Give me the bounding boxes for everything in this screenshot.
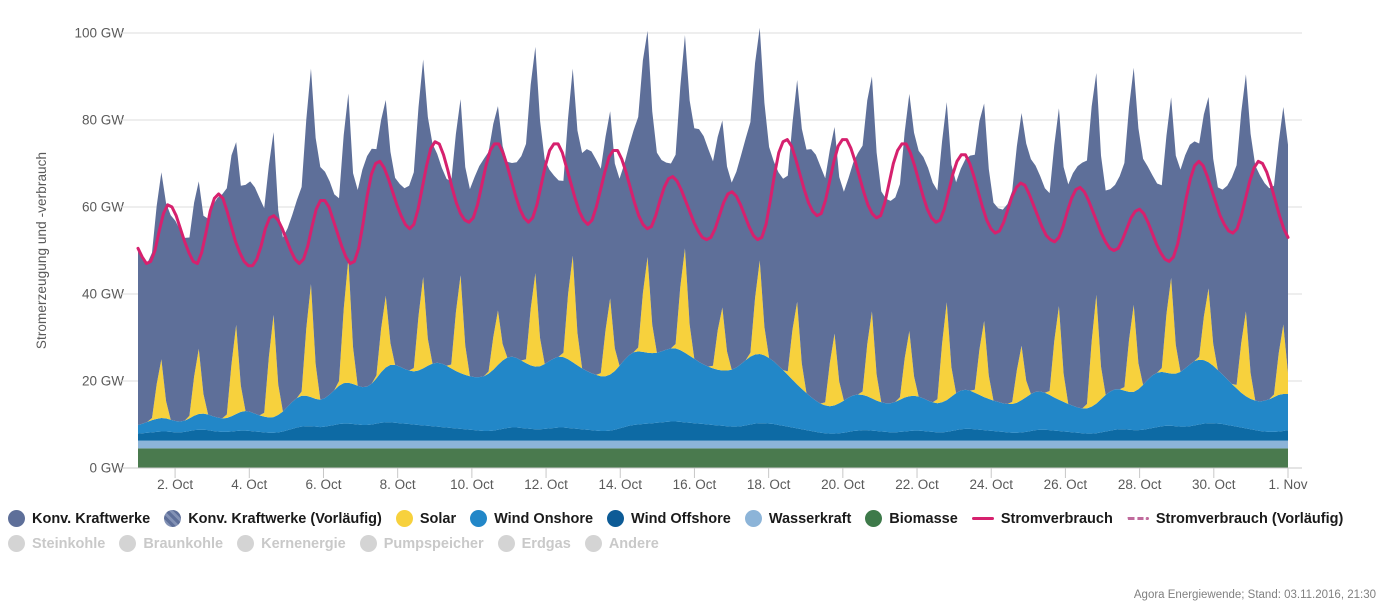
legend-item-stromverbrauch-vorl-ufig[interactable]: Stromverbrauch (Vorläufig) <box>1127 511 1343 527</box>
x-tick-label: 20. Oct <box>821 477 865 492</box>
legend-item-stromverbrauch[interactable]: Stromverbrauch <box>972 511 1113 527</box>
legend-dot-icon <box>607 510 624 527</box>
legend-item-label: Steinkohle <box>32 536 105 552</box>
legend-row-active: Konv. Kraftwerke Konv. Kraftwerke (Vorläu… <box>8 510 1386 527</box>
legend-item-biomasse[interactable]: Biomasse <box>865 510 958 527</box>
legend-dot-icon <box>119 535 136 552</box>
legend-item-label: Kernenergie <box>261 536 346 552</box>
x-tick-label: 10. Oct <box>450 477 494 492</box>
legend-item-wasserkraft[interactable]: Wasserkraft <box>745 510 851 527</box>
legend-item-label: Biomasse <box>889 511 958 527</box>
area-series-wasserkraft <box>138 441 1288 449</box>
x-tick-label: 14. Oct <box>598 477 642 492</box>
x-tick-label: 26. Oct <box>1044 477 1088 492</box>
x-tick-label: 24. Oct <box>969 477 1013 492</box>
legend-item-label: Erdgas <box>522 536 571 552</box>
legend-line-icon <box>972 517 994 520</box>
x-tick-label: 8. Oct <box>380 477 416 492</box>
legend-item-wind-onshore[interactable]: Wind Onshore <box>470 510 593 527</box>
x-tick-label: 18. Oct <box>747 477 791 492</box>
x-tick-label: 12. Oct <box>524 477 568 492</box>
legend-dot-icon <box>498 535 515 552</box>
legend-item-label: Stromverbrauch (Vorläufig) <box>1156 511 1343 527</box>
x-tick-label: 6. Oct <box>305 477 341 492</box>
legend-item-label: Konv. Kraftwerke (Vorläufig) <box>188 511 382 527</box>
legend-item-andere[interactable]: Andere <box>585 535 659 552</box>
legend-dot-icon <box>745 510 762 527</box>
legend-row-inactive: Steinkohle Braunkohle Kernenergie Pumpspeic… <box>8 535 1386 552</box>
legend-item-label: Andere <box>609 536 659 552</box>
legend-item-label: Solar <box>420 511 456 527</box>
attribution-footer: Agora Energiewende; Stand: 03.11.2016, 2… <box>1134 589 1376 601</box>
legend-item-label: Wasserkraft <box>769 511 851 527</box>
legend-item-konv-kraftwerke-vorl-ufig[interactable]: Konv. Kraftwerke (Vorläufig) <box>164 510 382 527</box>
legend-dot-icon <box>865 510 882 527</box>
x-tick-label: 16. Oct <box>673 477 717 492</box>
x-tick-label: 28. Oct <box>1118 477 1162 492</box>
x-tick-label: 22. Oct <box>895 477 939 492</box>
x-tick-label: 4. Oct <box>231 477 267 492</box>
x-tick-label: 1. Nov <box>1268 477 1307 492</box>
legend-item-label: Wind Offshore <box>631 511 731 527</box>
legend-dot-icon <box>470 510 487 527</box>
area-series-biomasse <box>138 448 1288 468</box>
legend-dot-icon <box>360 535 377 552</box>
legend-item-label: Braunkohle <box>143 536 223 552</box>
legend-item-label: Wind Onshore <box>494 511 593 527</box>
x-tick-label: 2. Oct <box>157 477 193 492</box>
legend-dot-icon <box>396 510 413 527</box>
legend-dot-icon <box>237 535 254 552</box>
legend-item-pumpspeicher[interactable]: Pumpspeicher <box>360 535 484 552</box>
legend-item-label: Pumpspeicher <box>384 536 484 552</box>
legend-dot-icon <box>8 535 25 552</box>
chart-legend: Konv. Kraftwerke Konv. Kraftwerke (Vorläu… <box>8 510 1386 552</box>
legend-item-braunkohle[interactable]: Braunkohle <box>119 535 223 552</box>
legend-dashed-line-icon <box>1127 517 1149 520</box>
legend-dot-icon <box>585 535 602 552</box>
x-tick-label: 30. Oct <box>1192 477 1236 492</box>
legend-item-konv-kraftwerke[interactable]: Konv. Kraftwerke <box>8 510 150 527</box>
legend-item-solar[interactable]: Solar <box>396 510 456 527</box>
legend-item-steinkohle[interactable]: Steinkohle <box>8 535 105 552</box>
legend-item-label: Konv. Kraftwerke <box>32 511 150 527</box>
legend-hatched-dot-icon <box>164 510 181 527</box>
legend-item-wind-offshore[interactable]: Wind Offshore <box>607 510 731 527</box>
legend-item-erdgas[interactable]: Erdgas <box>498 535 571 552</box>
legend-item-kernenergie[interactable]: Kernenergie <box>237 535 346 552</box>
legend-item-label: Stromverbrauch <box>1001 511 1113 527</box>
legend-dot-icon <box>8 510 25 527</box>
energy-chart: Stromerzeugung und -verbrauch 0 GW20 GW4… <box>0 0 1386 612</box>
